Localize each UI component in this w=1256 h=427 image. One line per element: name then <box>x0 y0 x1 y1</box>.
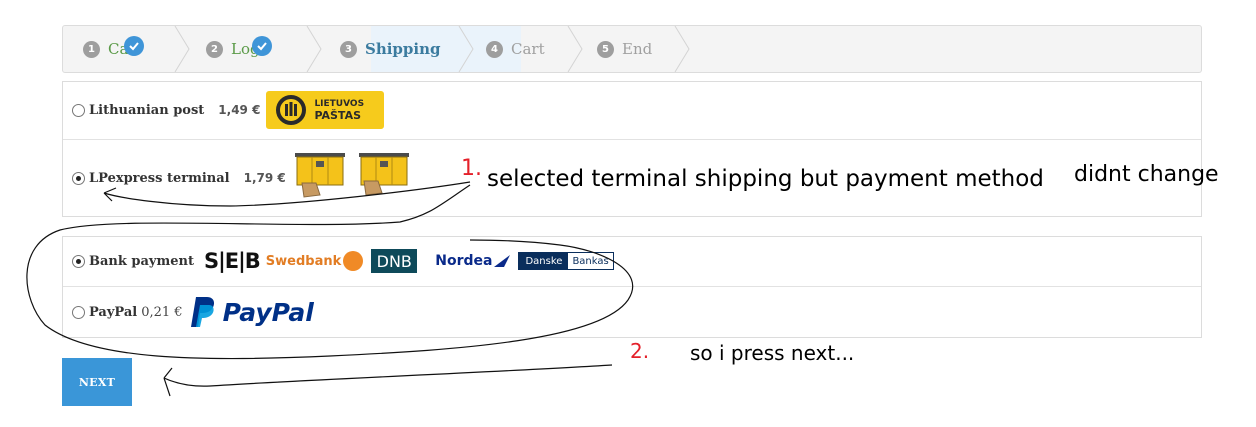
annotation-text: didnt change <box>1074 162 1219 187</box>
annotation-number: 1. <box>461 156 482 181</box>
annotation-text: selected terminal shipping but payment m… <box>487 166 1044 192</box>
annotation-text: so i press next... <box>690 341 855 365</box>
annotation-number: 2. <box>630 339 650 363</box>
annotation-drawing <box>26 181 634 397</box>
